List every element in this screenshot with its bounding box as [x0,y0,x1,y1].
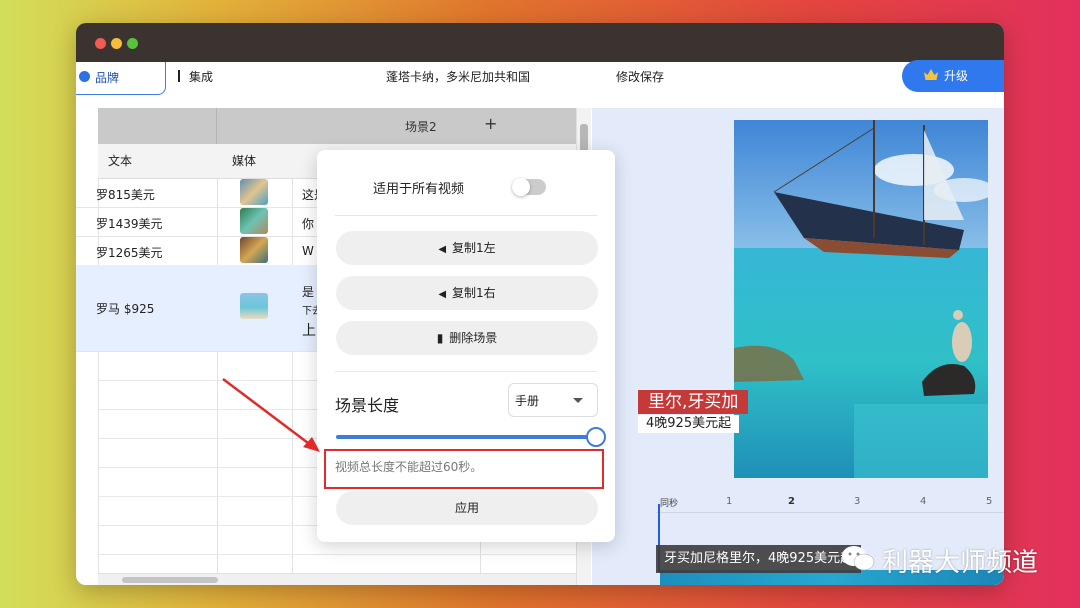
chevron-down-icon [573,398,583,403]
minimize-window-button[interactable] [111,38,122,49]
preview-image [734,120,988,478]
row-message: 你 [302,217,315,231]
video-preview-panel: 里尔,牙买加 4晚925美元起 同秒 1 2 3 4 5 牙买加尼格里尔，4晚9… [592,108,1004,585]
save-changes-button[interactable]: 修改保存 [616,68,664,85]
trash-icon: ▮ [436,331,444,345]
scrollbar-thumb[interactable] [122,577,218,583]
top-toolbar: 品牌 集成 蓬塔卡纳，多米尼加共和国 修改保存 升级 [76,60,1004,109]
delete-scene-button[interactable]: ▮ 删除场景 [336,321,598,355]
row-text: 罗1439美元 [96,217,163,231]
wechat-icon [842,546,875,571]
media-thumbnail[interactable] [240,237,268,263]
tab-integrate-label: 集成 [189,70,214,84]
row-message: W [302,244,314,258]
grid-line [98,554,576,555]
scene-length-label: 场景长度 [335,396,400,415]
mode-select[interactable]: 手册 [508,383,598,417]
close-window-button[interactable] [95,38,106,49]
slider-handle[interactable] [586,427,606,447]
media-thumbnail[interactable] [240,293,268,319]
tab-brand-label: 品牌 [95,71,120,85]
row-message: 上 [302,323,316,339]
header-divider [216,108,217,144]
row-text: 罗815美元 [96,188,155,202]
crown-icon [924,69,938,80]
row-text: 罗1265美元 [96,246,163,260]
scene-length-slider[interactable] [336,435,598,439]
add-scene-icon[interactable]: + [484,114,497,133]
caption-title[interactable]: 里尔,牙买加 [638,390,749,414]
copy-left-label: 复制1左 [452,241,496,255]
media-thumbnail[interactable] [240,179,268,205]
timeline-tick: 4 [920,496,927,507]
caption-subtitle[interactable]: 4晚925美元起 [638,415,740,433]
tab-integrate[interactable]: 集成 [178,68,213,85]
upgrade-button[interactable]: 升级 [902,60,1004,92]
copy-right-button[interactable]: ◀ 复制1右 [336,276,598,310]
arrow-right-icon: ◀ [438,289,447,300]
maximize-window-button[interactable] [127,38,138,49]
column-header-text: 文本 [108,154,133,168]
title-bar [76,23,1004,62]
timeline-ruler [656,512,1004,513]
timeline-tick: 2 [788,496,795,507]
copy-left-button[interactable]: ◀ 复制1左 [336,231,598,265]
integrate-bar-icon [178,70,180,82]
row-text: 罗马 $925 [96,302,155,316]
timeline-tick: 1 [726,496,733,507]
upgrade-label: 升级 [944,69,969,83]
palette-icon [79,71,90,82]
row-message: 是 [302,285,315,299]
scene-label: 场景2 [405,120,437,134]
apply-all-toggle[interactable] [512,178,546,196]
ocean-scene-image [734,120,988,478]
copy-right-label: 复制1右 [452,286,496,300]
watermark-text: 利器大师频道 [882,548,1039,578]
column-header-media: 媒体 [232,154,257,168]
project-title: 蓬塔卡纳，多米尼加共和国 [386,70,531,84]
mode-select-value: 手册 [515,394,540,408]
arrow-left-icon: ◀ [438,244,447,255]
toggle-knob [512,178,530,196]
timeline-caption: 牙买加尼格里尔，4晚925美元起 [656,545,862,573]
annotation-highlight-box [324,449,604,489]
tab-brand[interactable]: 品牌 [76,62,166,95]
delete-scene-label: 删除场景 [449,331,498,345]
media-thumbnail[interactable] [240,208,268,234]
horizontal-scrollbar[interactable] [98,573,576,585]
divider [335,215,597,216]
scene-header: 场景2 + [98,108,576,145]
apply-button[interactable]: 应用 [336,491,598,525]
divider [335,371,597,372]
timeline-tick: 5 [986,496,993,507]
timeline-tick: 3 [854,496,861,507]
timeline-label: 同秒 [660,499,679,509]
apply-all-label: 适用于所有视频 [373,182,465,197]
